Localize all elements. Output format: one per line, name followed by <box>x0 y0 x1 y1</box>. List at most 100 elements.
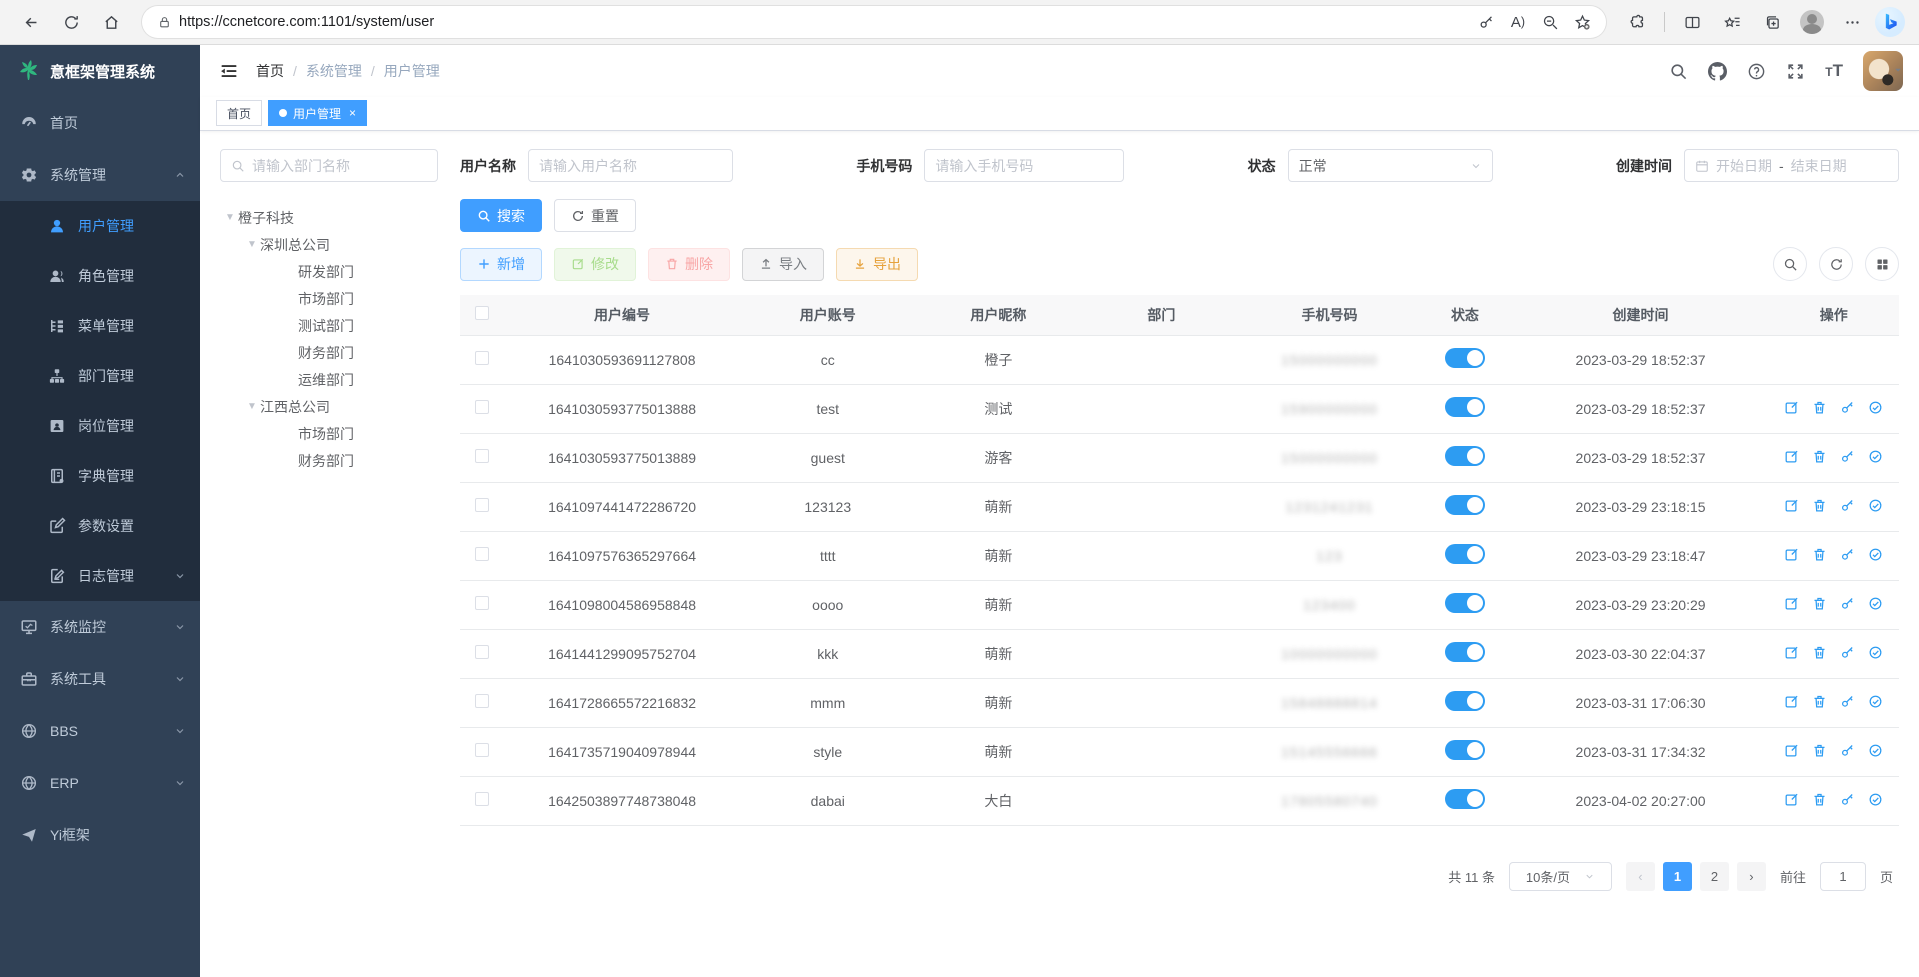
status-toggle[interactable] <box>1445 593 1485 613</box>
zoom-out-icon[interactable] <box>1536 7 1564 37</box>
row-assign-role-button[interactable] <box>1868 400 1883 415</box>
table-columns-button[interactable] <box>1865 247 1899 281</box>
row-reset-password-button[interactable] <box>1840 792 1855 807</box>
next-page-button[interactable]: › <box>1737 862 1766 891</box>
tab-首页[interactable]: 首页 <box>216 100 262 126</box>
sidebar-fold-icon[interactable] <box>216 58 242 84</box>
row-reset-password-button[interactable] <box>1840 743 1855 758</box>
row-edit-button[interactable] <box>1784 498 1799 513</box>
row-edit-button[interactable] <box>1784 596 1799 611</box>
row-reset-password-button[interactable] <box>1840 400 1855 415</box>
tree-node-财务部门[interactable]: 财务部门 <box>220 339 438 366</box>
sidebar-item-系统管理[interactable]: 系统管理 <box>0 149 200 201</box>
sidebar-item-字典管理[interactable]: 字典管理 <box>0 451 200 501</box>
app-logo[interactable]: 意框架管理系统 <box>0 45 200 97</box>
breadcrumb-item[interactable]: 首页 <box>256 61 284 81</box>
status-toggle[interactable] <box>1445 789 1485 809</box>
row-checkbox[interactable] <box>475 694 489 708</box>
sidebar-item-系统监控[interactable]: 系统监控 <box>0 601 200 653</box>
add-button[interactable]: 新增 <box>460 248 542 281</box>
url-text[interactable]: https://ccnetcore.com:1101/system/user <box>179 14 1472 30</box>
row-checkbox[interactable] <box>475 400 489 414</box>
page-button-2[interactable]: 2 <box>1700 862 1729 891</box>
favorites-list-icon[interactable] <box>1715 7 1749 37</box>
tab-用户管理[interactable]: 用户管理× <box>268 100 367 126</box>
address-bar[interactable]: https://ccnetcore.com:1101/system/user A… <box>142 6 1606 38</box>
favorite-star-icon[interactable] <box>1568 7 1596 37</box>
delete-button[interactable]: 删除 <box>648 248 730 281</box>
row-edit-button[interactable] <box>1784 645 1799 660</box>
browser-profile-avatar[interactable] <box>1795 7 1829 37</box>
fullscreen-icon[interactable] <box>1786 62 1805 81</box>
font-size-icon[interactable]: TT <box>1825 61 1843 81</box>
sidebar-item-菜单管理[interactable]: 菜单管理 <box>0 301 200 351</box>
status-select[interactable]: 正常 <box>1288 149 1493 182</box>
row-delete-button[interactable] <box>1812 498 1827 513</box>
row-assign-role-button[interactable] <box>1868 645 1883 660</box>
header-search-icon[interactable] <box>1669 62 1688 81</box>
row-delete-button[interactable] <box>1812 400 1827 415</box>
row-delete-button[interactable] <box>1812 645 1827 660</box>
row-checkbox[interactable] <box>475 449 489 463</box>
extensions-puzzle-icon[interactable] <box>1620 7 1654 37</box>
date-range-picker[interactable]: 开始日期 - 结束日期 <box>1684 149 1899 182</box>
sidebar-item-首页[interactable]: 首页 <box>0 97 200 149</box>
tree-node-市场部门[interactable]: 市场部门 <box>220 420 438 447</box>
reset-button[interactable]: 重置 <box>554 199 636 232</box>
row-reset-password-button[interactable] <box>1840 498 1855 513</box>
sidebar-item-部门管理[interactable]: 部门管理 <box>0 351 200 401</box>
row-reset-password-button[interactable] <box>1840 694 1855 709</box>
tree-caret-icon[interactable]: ▼ <box>244 239 260 250</box>
status-toggle[interactable] <box>1445 397 1485 417</box>
status-toggle[interactable] <box>1445 740 1485 760</box>
row-edit-button[interactable] <box>1784 449 1799 464</box>
goto-page-input[interactable]: 1 <box>1820 862 1866 891</box>
row-checkbox[interactable] <box>475 645 489 659</box>
tree-caret-icon[interactable]: ▼ <box>222 212 238 223</box>
row-delete-button[interactable] <box>1812 743 1827 758</box>
sidebar-item-ERP[interactable]: ERP <box>0 757 200 809</box>
avatar-caret-icon[interactable] <box>1893 65 1903 75</box>
row-assign-role-button[interactable] <box>1868 547 1883 562</box>
row-edit-button[interactable] <box>1784 743 1799 758</box>
select-all-checkbox[interactable] <box>475 306 489 320</box>
status-toggle[interactable] <box>1445 642 1485 662</box>
tree-node-市场部门[interactable]: 市场部门 <box>220 285 438 312</box>
row-reset-password-button[interactable] <box>1840 449 1855 464</box>
row-edit-button[interactable] <box>1784 694 1799 709</box>
row-reset-password-button[interactable] <box>1840 645 1855 660</box>
row-reset-password-button[interactable] <box>1840 547 1855 562</box>
tree-node-财务部门[interactable]: 财务部门 <box>220 447 438 474</box>
search-button[interactable]: 搜索 <box>460 199 542 232</box>
browser-more-menu[interactable] <box>1835 7 1869 37</box>
tree-node-江西总公司[interactable]: ▼江西总公司 <box>220 393 438 420</box>
sidebar-item-角色管理[interactable]: 角色管理 <box>0 251 200 301</box>
sidebar-item-参数设置[interactable]: 参数设置 <box>0 501 200 551</box>
export-button[interactable]: 导出 <box>836 248 918 281</box>
breadcrumb-item[interactable]: 用户管理 <box>384 61 440 81</box>
status-toggle[interactable] <box>1445 691 1485 711</box>
status-toggle[interactable] <box>1445 544 1485 564</box>
read-aloud-icon[interactable]: A) <box>1504 7 1532 37</box>
breadcrumb-item[interactable]: 系统管理 <box>306 61 362 81</box>
sidebar-item-BBS[interactable]: BBS <box>0 705 200 757</box>
row-assign-role-button[interactable] <box>1868 596 1883 611</box>
row-delete-button[interactable] <box>1812 596 1827 611</box>
tree-caret-icon[interactable]: ▼ <box>244 401 260 412</box>
status-toggle[interactable] <box>1445 446 1485 466</box>
username-input[interactable]: 请输入用户名称 <box>528 149 733 182</box>
row-edit-button[interactable] <box>1784 792 1799 807</box>
row-checkbox[interactable] <box>475 743 489 757</box>
row-delete-button[interactable] <box>1812 792 1827 807</box>
browser-home-button[interactable] <box>94 7 128 37</box>
table-search-toggle-button[interactable] <box>1773 247 1807 281</box>
row-edit-button[interactable] <box>1784 547 1799 562</box>
tree-node-深圳总公司[interactable]: ▼深圳总公司 <box>220 231 438 258</box>
row-checkbox[interactable] <box>475 596 489 610</box>
row-edit-button[interactable] <box>1784 400 1799 415</box>
row-assign-role-button[interactable] <box>1868 694 1883 709</box>
prev-page-button[interactable]: ‹ <box>1626 862 1655 891</box>
tree-node-测试部门[interactable]: 测试部门 <box>220 312 438 339</box>
table-refresh-button[interactable] <box>1819 247 1853 281</box>
sidebar-item-系统工具[interactable]: 系统工具 <box>0 653 200 705</box>
